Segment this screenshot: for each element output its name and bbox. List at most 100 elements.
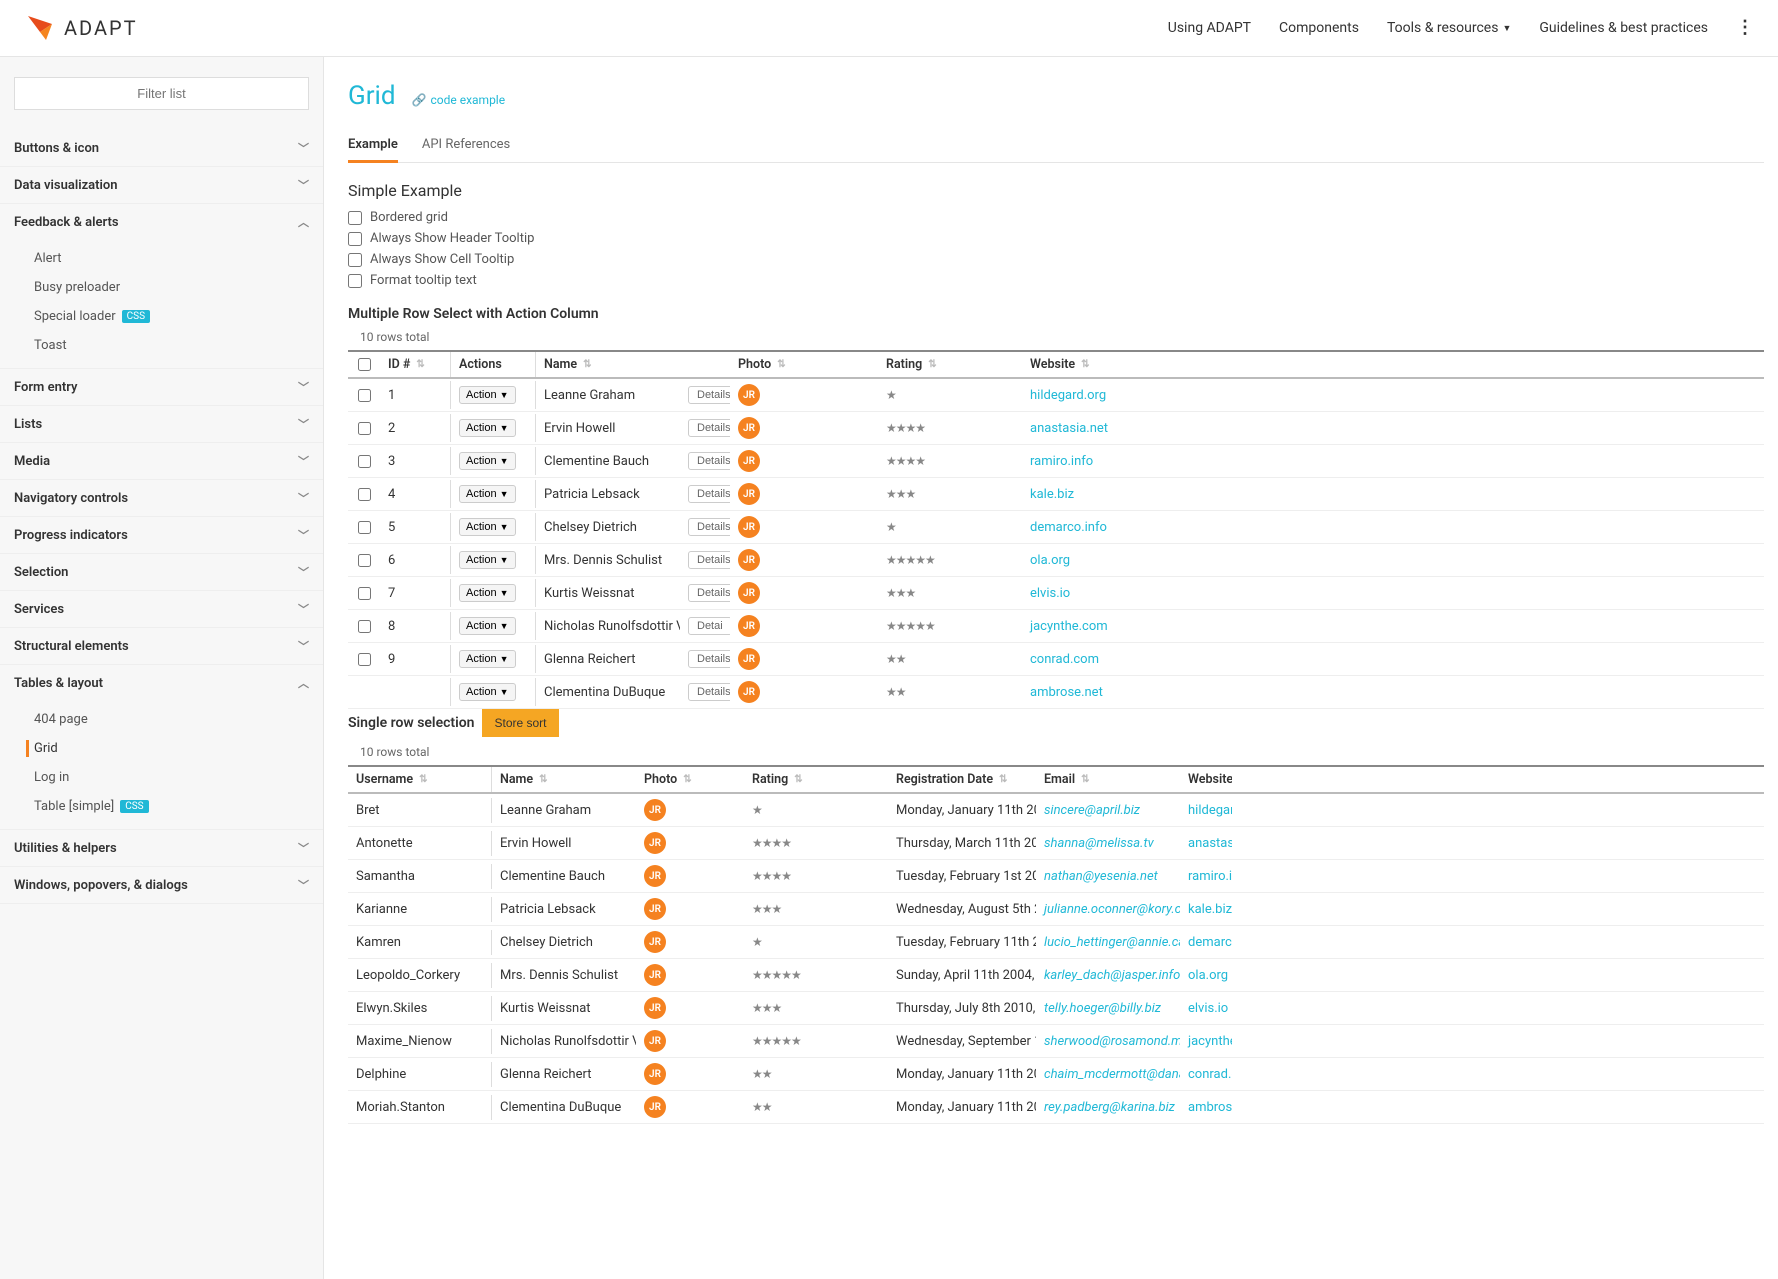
col-website[interactable]: Website⇅	[1022, 352, 1182, 377]
sidebar-item-table-simple-[interactable]: Table [simple]CSS	[0, 792, 323, 821]
col-website2[interactable]: Website	[1180, 767, 1232, 792]
table-row[interactable]: Moriah.StantonClementina DuBuqueJR★★Mond…	[348, 1091, 1764, 1124]
details-button[interactable]: Details	[688, 485, 730, 503]
col-photo[interactable]: Photo⇅	[730, 352, 878, 377]
sidebar-item-grid[interactable]: Grid	[0, 734, 323, 763]
table-row[interactable]: Leopoldo_CorkeryMrs. Dennis SchulistJR★★…	[348, 959, 1764, 992]
website-link[interactable]: conrad.co	[1188, 1067, 1232, 1082]
sidebar-item-log-in[interactable]: Log in	[0, 763, 323, 792]
website-link[interactable]: hildegard.org	[1030, 388, 1106, 403]
col-id[interactable]: ID #⇅	[380, 352, 450, 377]
details-button[interactable]: Details	[688, 551, 730, 569]
website-link[interactable]: jacynthe.com	[1030, 619, 1108, 634]
email-link[interactable]: chaim_mcdermott@dana.io	[1044, 1067, 1180, 1082]
checkbox-always-show-header-tooltip[interactable]: Always Show Header Tooltip	[348, 231, 1764, 246]
col-username[interactable]: Username⇅	[348, 767, 492, 792]
details-button[interactable]: Details	[688, 683, 730, 701]
sidebar-section-tables-layout[interactable]: Tables & layout︿	[0, 665, 323, 701]
row-checkbox[interactable]	[358, 521, 371, 534]
email-link[interactable]: lucio_hettinger@annie.ca	[1044, 935, 1180, 950]
tab-example[interactable]: Example	[348, 129, 398, 163]
row-checkbox[interactable]	[358, 653, 371, 666]
nav-components[interactable]: Components	[1279, 20, 1359, 36]
col-name[interactable]: Name⇅	[536, 352, 680, 377]
col-rating[interactable]: Rating⇅	[878, 352, 1022, 377]
email-link[interactable]: rey.padberg@karina.biz	[1044, 1100, 1175, 1115]
filter-input[interactable]	[14, 77, 309, 110]
sidebar-section-utilities-helpers[interactable]: Utilities & helpers﹀	[0, 830, 323, 866]
table-row[interactable]: 4Action ▼Patricia LebsackDetailsJR★★★kal…	[348, 478, 1764, 511]
website-link[interactable]: jacynthe.c	[1188, 1034, 1232, 1049]
store-sort-button[interactable]: Store sort	[482, 709, 558, 737]
checkbox-bordered-grid[interactable]: Bordered grid	[348, 210, 1764, 225]
sidebar-section-structural-elements[interactable]: Structural elements﹀	[0, 628, 323, 664]
action-dropdown[interactable]: Action ▼	[459, 551, 516, 569]
row-checkbox[interactable]	[358, 620, 371, 633]
checkbox-input[interactable]	[348, 211, 362, 225]
website-link[interactable]: anastasia.net	[1030, 421, 1108, 436]
col-name2[interactable]: Name⇅	[492, 767, 636, 792]
table-row[interactable]: 8Action ▼Nicholas Runolfsdottir VDetaiJR…	[348, 610, 1764, 643]
website-link[interactable]: ola.org	[1188, 968, 1228, 983]
sidebar-section-lists[interactable]: Lists﹀	[0, 406, 323, 442]
sidebar-section-feedback-alerts[interactable]: Feedback & alerts︿	[0, 204, 323, 240]
email-link[interactable]: telly.hoeger@billy.biz	[1044, 1001, 1161, 1016]
table-row[interactable]: 1Action ▼Leanne GrahamDetailsJR★hildegar…	[348, 379, 1764, 412]
website-link[interactable]: demarco.info	[1030, 520, 1107, 535]
table-row[interactable]: KariannePatricia LebsackJR★★★Wednesday, …	[348, 893, 1764, 926]
website-link[interactable]: anastasia.	[1188, 836, 1232, 851]
details-button[interactable]: Details	[688, 650, 730, 668]
row-checkbox[interactable]	[358, 455, 371, 468]
email-link[interactable]: shanna@melissa.tv	[1044, 836, 1154, 851]
table-row[interactable]: 5Action ▼Chelsey DietrichDetailsJR★demar…	[348, 511, 1764, 544]
checkbox-always-show-cell-tooltip[interactable]: Always Show Cell Tooltip	[348, 252, 1764, 267]
action-dropdown[interactable]: Action ▼	[459, 485, 516, 503]
nav-more-icon[interactable]: ⋮	[1736, 19, 1754, 37]
sidebar-section-data-visualization[interactable]: Data visualization﹀	[0, 167, 323, 203]
email-link[interactable]: sincere@april.biz	[1044, 803, 1140, 818]
sidebar-item--page[interactable]: 404 page	[0, 705, 323, 734]
action-dropdown[interactable]: Action ▼	[459, 452, 516, 470]
row-checkbox[interactable]	[358, 587, 371, 600]
website-link[interactable]: ramiro.info	[1030, 454, 1093, 469]
table-row[interactable]: AntonetteErvin HowellJR★★★★Thursday, Mar…	[348, 827, 1764, 860]
col-photo2[interactable]: Photo⇅	[636, 767, 744, 792]
sidebar-item-toast[interactable]: Toast	[0, 331, 323, 360]
sidebar-section-services[interactable]: Services﹀	[0, 591, 323, 627]
table-row[interactable]: 9Action ▼Glenna ReichertDetailsJR★★conra…	[348, 643, 1764, 676]
sidebar-section-selection[interactable]: Selection﹀	[0, 554, 323, 590]
col-regdate[interactable]: Registration Date⇅	[888, 767, 1036, 792]
website-link[interactable]: ambrose.n	[1188, 1100, 1232, 1115]
sidebar-section-form-entry[interactable]: Form entry﹀	[0, 369, 323, 405]
website-link[interactable]: kale.biz	[1030, 487, 1074, 502]
table-row[interactable]: 3Action ▼Clementine BauchDetailsJR★★★★ra…	[348, 445, 1764, 478]
code-example-link[interactable]: 🔗 code example	[412, 93, 506, 107]
sidebar-section-buttons-icon[interactable]: Buttons & icon﹀	[0, 130, 323, 166]
logo[interactable]: ADAPT	[24, 12, 138, 44]
email-link[interactable]: karley_dach@jasper.info	[1044, 968, 1180, 983]
website-link[interactable]: hildegard.	[1188, 803, 1232, 818]
action-dropdown[interactable]: Action ▼	[459, 650, 516, 668]
website-link[interactable]: ola.org	[1030, 553, 1070, 568]
details-button[interactable]: Details	[688, 386, 730, 404]
table-row[interactable]: 2Action ▼Ervin HowellDetailsJR★★★★anasta…	[348, 412, 1764, 445]
checkbox-format-tooltip-text[interactable]: Format tooltip text	[348, 273, 1764, 288]
website-link[interactable]: elvis.io	[1030, 586, 1070, 601]
checkbox-input[interactable]	[348, 253, 362, 267]
table-row[interactable]: DelphineGlenna ReichertJR★★Monday, Janua…	[348, 1058, 1764, 1091]
sidebar-section-windows-popovers-dialogs[interactable]: Windows, popovers, & dialogs﹀	[0, 867, 323, 903]
sidebar-section-progress-indicators[interactable]: Progress indicators﹀	[0, 517, 323, 553]
nav-using-adapt[interactable]: Using ADAPT	[1168, 20, 1251, 36]
row-checkbox[interactable]	[358, 554, 371, 567]
website-link[interactable]: demarco.i	[1188, 935, 1232, 950]
checkbox-input[interactable]	[348, 232, 362, 246]
details-button[interactable]: Details	[688, 419, 730, 437]
col-rating2[interactable]: Rating⇅	[744, 767, 888, 792]
details-button[interactable]: Detai	[688, 617, 730, 635]
table-row[interactable]: 6Action ▼Mrs. Dennis SchulistDetailsJR★★…	[348, 544, 1764, 577]
row-checkbox[interactable]	[358, 389, 371, 402]
action-dropdown[interactable]: Action ▼	[459, 386, 516, 404]
action-dropdown[interactable]: Action ▼	[459, 419, 516, 437]
email-link[interactable]: sherwood@rosamond.me	[1044, 1034, 1180, 1049]
nav-tools[interactable]: Tools & resources ▼	[1387, 20, 1511, 36]
